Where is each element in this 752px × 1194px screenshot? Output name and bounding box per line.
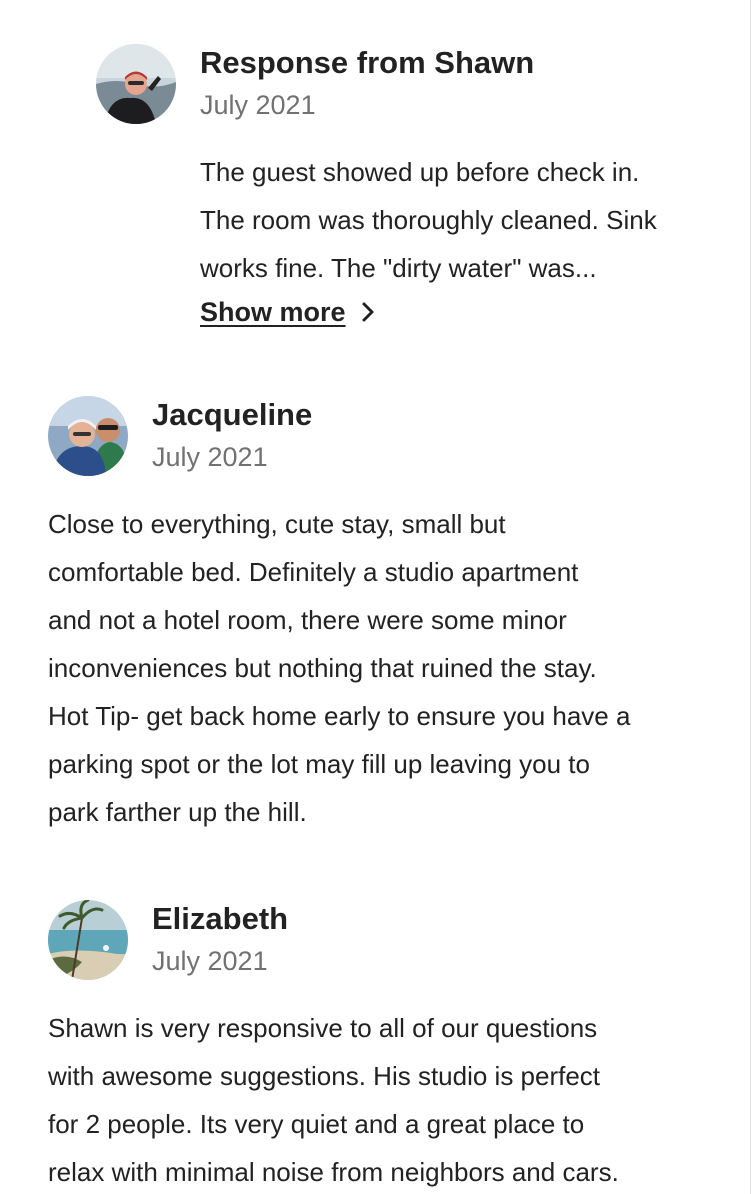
text-line: parking spot or the lot may fill up leav… (48, 749, 590, 779)
text-line: relax with minimal noise from neighbors … (48, 1157, 619, 1187)
text-line: Shawn is very responsive to all of our q… (48, 1013, 598, 1043)
text-line: The guest showed up before check in. (200, 157, 640, 187)
text-line: with awesome suggestions. His studio is … (48, 1061, 601, 1091)
reviews-page: Response from Shawn July 2021 The guest … (0, 0, 752, 1194)
show-more-label: Show more (200, 296, 346, 327)
text-line: The room was thoroughly cleaned. Sink (200, 205, 657, 235)
text-line: works fine. The "dirty water" was... (200, 253, 597, 283)
text-line: Close to everything, cute stay, small bu… (48, 509, 506, 539)
text-line: park farther up the hill. (48, 797, 307, 827)
review-text: Close to everything, cute stay, small bu… (48, 500, 630, 836)
host-avatar[interactable] (96, 44, 176, 124)
show-more-button[interactable]: Show more (200, 294, 376, 330)
review-date: July 2021 (152, 442, 268, 472)
text-line: comfortable bed. Definitely a studio apa… (48, 557, 579, 587)
review-date: July 2021 (152, 946, 268, 976)
text-line: and not a hotel room, there were some mi… (48, 605, 567, 635)
host-response-text: The guest showed up before check in. The… (200, 148, 657, 292)
text-line: Hot Tip- get back home early to ensure y… (48, 701, 631, 731)
host-avatar-photo-icon (96, 44, 176, 124)
reviewer-avatar[interactable] (48, 900, 128, 980)
text-line: for 2 people. Its very quiet and a great… (48, 1109, 585, 1139)
host-response-title: Response from Shawn (200, 45, 535, 80)
reviewer-avatar-photo-icon (48, 396, 128, 476)
text-line: inconveniences but nothing that ruined t… (48, 653, 597, 683)
chevron-right-icon (362, 302, 374, 322)
host-response-date: July 2021 (200, 90, 316, 120)
reviewer-name: Jacqueline (152, 397, 313, 432)
scroll-edge-divider (750, 0, 751, 1194)
reviewer-name: Elizabeth (152, 901, 289, 936)
reviewer-avatar[interactable] (48, 396, 128, 476)
review-text: Shawn is very responsive to all of our q… (48, 1004, 619, 1194)
reviewer-avatar-photo-icon (48, 900, 128, 980)
